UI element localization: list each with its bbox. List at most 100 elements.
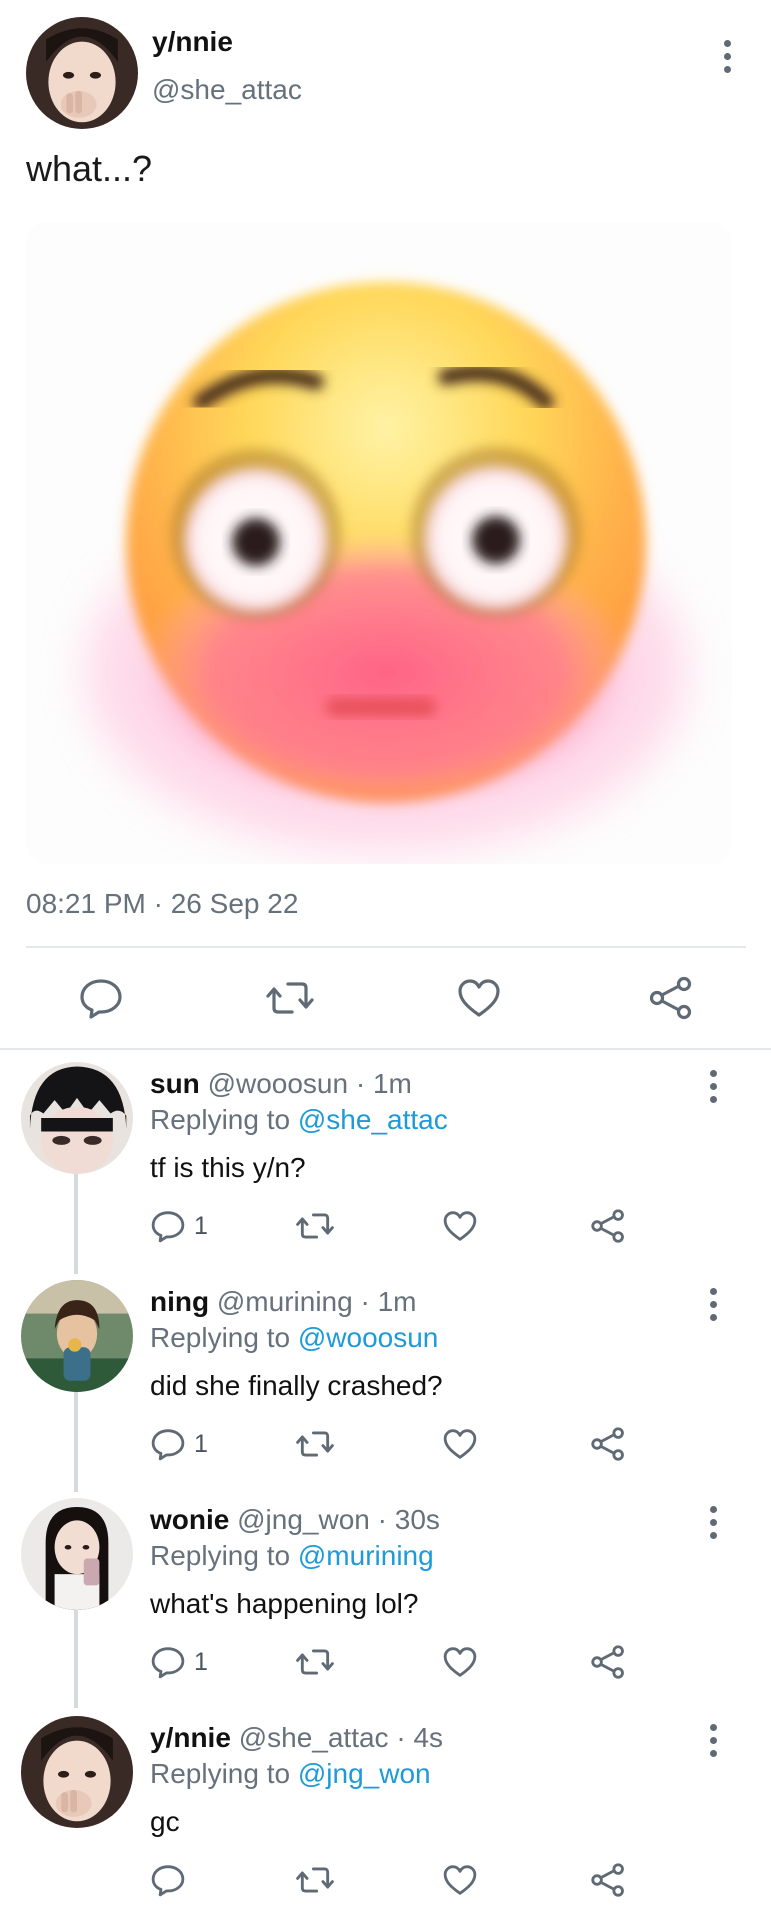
author-avatar-photo <box>26 17 138 129</box>
reply-author-name[interactable]: y/nnie <box>150 1722 231 1753</box>
divider <box>26 946 746 948</box>
replying-to-label: Replying to <box>150 1322 291 1353</box>
reply-author-handle[interactable]: @jng_won <box>237 1504 370 1535</box>
reply-text: tf is this y/n? <box>150 1152 306 1183</box>
like-button[interactable] <box>442 1862 478 1898</box>
share-button[interactable] <box>590 1426 626 1462</box>
reply-dot-separator: · <box>360 1286 370 1317</box>
reply-avatar-photo <box>21 1716 133 1828</box>
heart-icon <box>443 1647 477 1677</box>
retweet-button[interactable] <box>296 1862 334 1898</box>
reply-header: ning @murining · 1m <box>150 1286 416 1318</box>
reply-text: what's happening lol? <box>150 1588 419 1619</box>
heart-icon <box>458 979 500 1017</box>
replying-to-line: Replying to @jng_won <box>150 1758 431 1790</box>
heart-icon <box>443 1865 477 1895</box>
replying-to-mention[interactable]: @murining <box>298 1540 434 1571</box>
author-avatar[interactable] <box>26 17 138 129</box>
reply-time[interactable]: 4s <box>413 1722 443 1753</box>
more-options-icon[interactable] <box>720 40 734 73</box>
like-button[interactable] <box>442 1644 478 1680</box>
thread-connector <box>74 1390 78 1492</box>
retweet-button[interactable] <box>296 1426 334 1462</box>
reply-avatar-photo <box>21 1062 133 1174</box>
divider <box>0 1048 771 1050</box>
reply-author-handle[interactable]: @murining <box>217 1286 353 1317</box>
thread-connector <box>74 1608 78 1708</box>
author-handle[interactable]: @she_attac <box>152 74 302 106</box>
replying-to-mention[interactable]: @wooosun <box>298 1322 439 1353</box>
reply-avatar-photo <box>21 1498 133 1610</box>
share-button[interactable] <box>648 976 694 1020</box>
share-button[interactable] <box>590 1862 626 1898</box>
like-button[interactable] <box>442 1208 478 1244</box>
more-options-icon[interactable] <box>706 1724 720 1757</box>
retweet-button[interactable] <box>266 976 314 1020</box>
retweet-button[interactable] <box>296 1208 334 1244</box>
reply-text: gc <box>150 1806 180 1837</box>
reply-button[interactable] <box>150 1862 194 1898</box>
reply-text: did she finally crashed? <box>150 1370 443 1401</box>
heart-icon <box>443 1211 477 1241</box>
more-options-icon[interactable] <box>706 1288 720 1321</box>
reply-header: wonie @jng_won · 30s <box>150 1504 440 1536</box>
share-button[interactable] <box>590 1208 626 1244</box>
reply-author-name[interactable]: ning <box>150 1286 209 1317</box>
tweet-media-image[interactable] <box>26 222 732 864</box>
retweet-button[interactable] <box>296 1644 334 1680</box>
thread-connector <box>74 1172 78 1274</box>
reply-time[interactable]: 1m <box>378 1286 417 1317</box>
reply-button[interactable]: 1 <box>150 1644 208 1680</box>
replying-to-mention[interactable]: @she_attac <box>298 1104 448 1135</box>
reply-avatar[interactable] <box>21 1498 133 1610</box>
reply-time[interactable]: 1m <box>373 1068 412 1099</box>
author-display-name[interactable]: y/nnie <box>152 26 233 58</box>
reply-avatar-photo <box>21 1280 133 1392</box>
reply-avatar[interactable] <box>21 1280 133 1392</box>
retweet-icon <box>266 982 314 1014</box>
reply-dot-separator: · <box>355 1068 366 1099</box>
replying-to-line: Replying to @wooosun <box>150 1322 438 1354</box>
reply-button[interactable] <box>78 976 124 1020</box>
reply-dot-separator: · <box>377 1504 387 1535</box>
replying-to-mention[interactable]: @jng_won <box>298 1758 431 1789</box>
heart-icon <box>443 1429 477 1459</box>
reply-icon <box>151 1211 185 1243</box>
more-options-icon[interactable] <box>706 1506 720 1539</box>
reply-header: sun @wooosun · 1m <box>150 1068 412 1100</box>
reply-count: 1 <box>194 1211 208 1240</box>
reply-author-handle[interactable]: @wooosun <box>208 1068 349 1099</box>
more-options-icon[interactable] <box>706 1070 720 1103</box>
reply-icon <box>151 1429 185 1461</box>
retweet-icon <box>296 1431 334 1457</box>
reply-icon <box>151 1647 185 1679</box>
tweet-text: what...? <box>26 148 153 189</box>
reply-icon <box>151 1865 185 1897</box>
replying-to-label: Replying to <box>150 1758 291 1789</box>
reply-count: 1 <box>194 1429 208 1458</box>
reply-avatar[interactable] <box>21 1062 133 1174</box>
tweet-timestamp[interactable]: 08:21 PM · 26 Sep 22 <box>26 888 298 920</box>
replying-to-line: Replying to @murining <box>150 1540 434 1572</box>
like-button[interactable] <box>442 1426 478 1462</box>
retweet-icon <box>296 1867 334 1893</box>
reply-author-name[interactable]: sun <box>150 1068 200 1099</box>
share-icon <box>591 1427 624 1461</box>
replying-to-label: Replying to <box>150 1104 291 1135</box>
share-icon <box>591 1209 624 1243</box>
reply-time[interactable]: 30s <box>395 1504 440 1535</box>
retweet-icon <box>296 1213 334 1239</box>
share-button[interactable] <box>590 1644 626 1680</box>
replying-to-label: Replying to <box>150 1540 291 1571</box>
like-button[interactable] <box>456 976 502 1020</box>
reply-count: 1 <box>194 1647 208 1676</box>
reply-author-name[interactable]: wonie <box>150 1504 229 1535</box>
reply-avatar[interactable] <box>21 1716 133 1828</box>
reply-button[interactable]: 1 <box>150 1426 208 1462</box>
reply-button[interactable]: 1 <box>150 1208 208 1244</box>
retweet-icon <box>296 1649 334 1675</box>
replying-to-line: Replying to @she_attac <box>150 1104 448 1136</box>
share-icon <box>649 976 692 1020</box>
reply-author-handle[interactable]: @she_attac <box>239 1722 389 1753</box>
reply-header: y/nnie @she_attac · 4s <box>150 1722 443 1754</box>
